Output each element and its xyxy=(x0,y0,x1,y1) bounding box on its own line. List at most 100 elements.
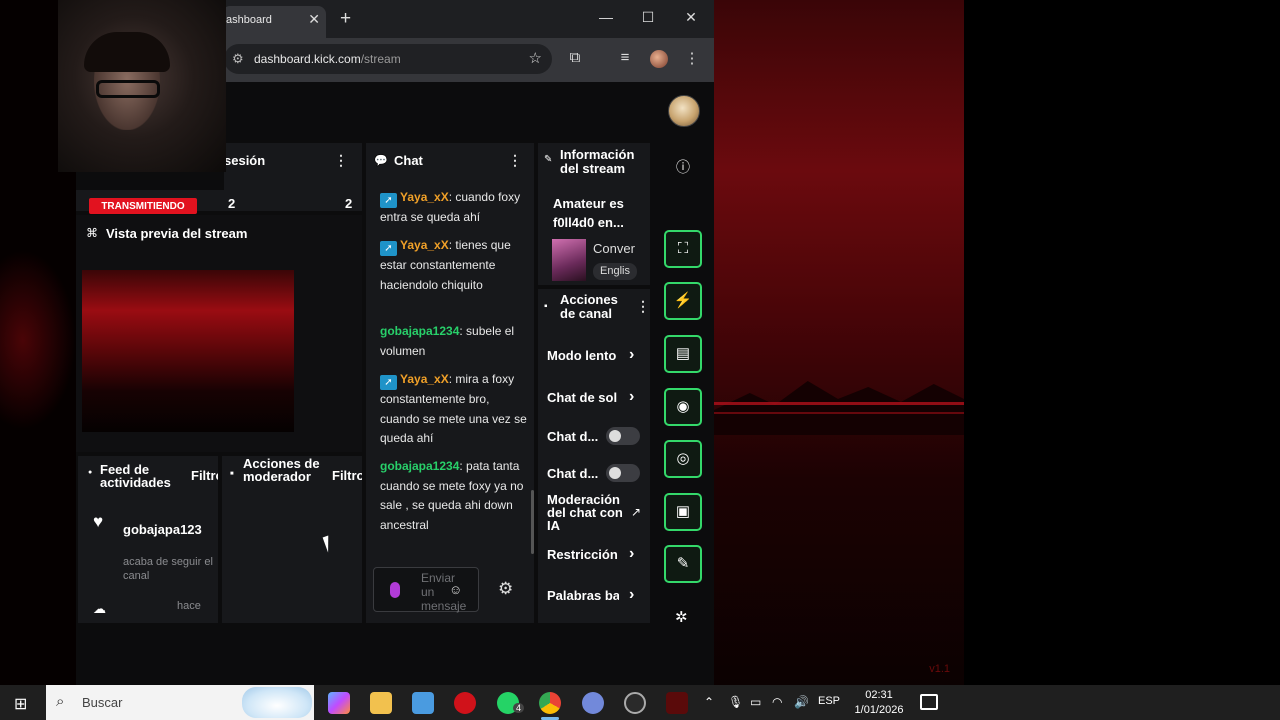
channel-actions-title: Acciones de canal xyxy=(560,292,618,321)
webcam-overlay xyxy=(58,0,226,172)
broadcast-icon[interactable]: ◎ xyxy=(664,440,702,478)
webcam-glasses xyxy=(96,80,160,98)
stream-title-text[interactable]: Amateur es f0ll4d0 en... xyxy=(553,194,638,232)
chat-scrollbar[interactable] xyxy=(531,490,534,554)
chat-username[interactable]: Yaya_xX xyxy=(400,372,449,386)
red-light-stripe-2 xyxy=(712,412,964,414)
extensions-icon[interactable]: ⧉ xyxy=(564,49,586,66)
chevron-right-icon: › xyxy=(629,346,635,363)
site-settings-icon[interactable]: ⚙ xyxy=(232,51,244,67)
browser-tab[interactable]: ashboard ✕ xyxy=(222,6,326,38)
clock-date: 1/01/2026 xyxy=(854,704,904,716)
preview-panel-title: Vista previa del stream xyxy=(106,226,248,241)
chat-message: gobajapa1234: subele el volumen xyxy=(380,322,528,361)
notes-icon[interactable]: ▤ xyxy=(664,335,702,373)
screen: v1.1 ashboard ✕ + — ☐ ✕ ⚙ dashboard.kick… xyxy=(0,0,1280,720)
minimize-button[interactable]: — xyxy=(596,9,616,25)
action-followers-chat[interactable]: Chat de sol › xyxy=(547,388,643,405)
mic-icon[interactable] xyxy=(390,582,400,598)
session-kebab-icon[interactable]: ⋮ xyxy=(334,152,348,169)
tab-title: ashboard xyxy=(226,14,272,26)
mod-actions-title: Acciones de moderador xyxy=(243,456,320,484)
activity-feed-filter[interactable]: Filtro xyxy=(191,469,218,482)
fullscreen-icon[interactable]: ⛶ xyxy=(664,230,702,268)
feed-time: hace xyxy=(177,600,201,612)
channel-actions-kebab-icon[interactable]: ⋮ xyxy=(636,298,650,315)
action-ai-moderation[interactable]: Moderación del chat con IA xyxy=(547,493,629,532)
obs-icon[interactable] xyxy=(624,692,646,714)
tab-close-icon[interactable]: ✕ xyxy=(308,11,320,28)
windows-taskbar: ⊞ ⌕ Buscar 4 ⌃ 🎙 ▭ ◠ 🔊 ESP 02:31 1/01/20… xyxy=(0,685,1280,720)
language-indicator[interactable]: ESP xyxy=(818,695,840,707)
session-panel-title: sesión xyxy=(224,153,266,168)
action-restriction[interactable]: Restricción › xyxy=(547,545,643,562)
volume-icon[interactable]: 🔊 xyxy=(794,695,809,709)
external-link-icon[interactable]: ↗ xyxy=(631,505,641,519)
chat-username[interactable]: gobajapa1234 xyxy=(380,459,459,473)
search-highlight-art xyxy=(242,687,312,718)
category-name[interactable]: Conver xyxy=(593,241,635,256)
address-bar[interactable]: ⚙ dashboard.kick.com/stream ☆ xyxy=(224,44,552,74)
stream-info-title: Información del stream xyxy=(560,147,635,176)
maximize-button[interactable]: ☐ xyxy=(638,9,658,26)
mod-dot-icon: ■ xyxy=(230,471,234,477)
game-icon[interactable] xyxy=(666,692,688,714)
share-icon[interactable]: ✲ xyxy=(675,608,688,626)
preview-camera-icon: ⌘ xyxy=(86,226,98,240)
tray-chevron-icon[interactable]: ⌃ xyxy=(704,695,714,709)
chat-toggle-2[interactable] xyxy=(606,464,640,482)
profile-avatar-icon[interactable] xyxy=(650,50,668,68)
info-icon[interactable]: ⓘ xyxy=(676,157,690,177)
heart-icon: ♥ xyxy=(93,512,104,531)
chat-settings-gear-icon[interactable]: ⚙ xyxy=(498,579,513,599)
file-explorer-icon[interactable] xyxy=(370,692,392,714)
category-thumbnail[interactable] xyxy=(552,239,586,281)
notification-center-icon[interactable] xyxy=(920,694,938,710)
wifi-icon[interactable]: ◠ xyxy=(772,695,782,709)
windows-start-icon[interactable]: ⊞ xyxy=(14,694,27,714)
chat-message: ➚ Yaya_xX: tienes que estar constantement… xyxy=(380,236,528,295)
devices-tray-icon[interactable]: ▭ xyxy=(750,695,761,709)
layout-icon[interactable]: ▣ xyxy=(664,493,702,531)
action-banned-words[interactable]: Palabras ba › xyxy=(547,586,643,603)
store-icon[interactable] xyxy=(412,692,434,714)
lightning-icon[interactable]: ⚡ xyxy=(664,282,702,320)
feed-username[interactable]: gobajapa123 xyxy=(123,522,202,537)
chat-toggle-1[interactable] xyxy=(606,427,640,445)
user-avatar[interactable] xyxy=(668,95,700,127)
chat-input[interactable]: Enviar un mensaje ☺ xyxy=(373,567,479,613)
new-tab-button[interactable]: + xyxy=(340,8,351,30)
copilot-icon[interactable] xyxy=(328,692,350,714)
taskbar-search[interactable]: ⌕ Buscar xyxy=(46,685,314,720)
feed-badge-icon: ☁ xyxy=(93,601,106,616)
session-stat-2: 2 xyxy=(345,196,353,211)
chevron-right-icon: › xyxy=(629,388,635,405)
chevron-right-icon: › xyxy=(629,545,635,562)
chat-badge-icon: ➚ xyxy=(380,241,397,256)
bookmark-star-icon[interactable]: ☆ xyxy=(529,49,542,67)
chrome-icon[interactable] xyxy=(539,692,561,714)
discord-icon[interactable] xyxy=(582,692,604,714)
mod-actions-filter[interactable]: Filtro xyxy=(332,469,362,482)
chat-username[interactable]: Yaya_xX xyxy=(400,238,449,252)
chat-badge-icon: ➚ xyxy=(380,375,397,390)
chat-username[interactable]: Yaya_xX xyxy=(400,190,449,204)
opera-icon[interactable] xyxy=(454,692,476,714)
wrench-icon[interactable]: ✎ xyxy=(664,545,702,583)
emoji-icon[interactable]: ☺ xyxy=(449,582,462,597)
taskbar-clock[interactable]: 02:31 1/01/2026 xyxy=(850,688,908,718)
activity-feed-title: Feed de actividades xyxy=(100,462,171,490)
more-menu-icon[interactable]: ⋮ xyxy=(681,49,703,67)
close-window-button[interactable]: ✕ xyxy=(681,9,701,26)
chat-message: ➚ Yaya_xX: mira a foxy constantemente bro… xyxy=(380,370,528,449)
action-slow-mode[interactable]: Modo lento › xyxy=(547,346,643,363)
whatsapp-badge: 4 xyxy=(513,703,525,713)
stream-preview-video[interactable] xyxy=(82,270,294,432)
chat-kebab-icon[interactable]: ⋮ xyxy=(508,152,522,169)
media-controls-icon[interactable]: ≡ xyxy=(614,49,636,66)
chat-bubble-icon[interactable]: ◉ xyxy=(664,388,702,426)
mic-tray-icon[interactable]: 🎙 xyxy=(728,695,743,709)
chat-username[interactable]: gobajapa1234 xyxy=(380,324,459,338)
chat-panel-title: Chat xyxy=(394,153,423,168)
game-background: v1.1 xyxy=(712,0,964,685)
